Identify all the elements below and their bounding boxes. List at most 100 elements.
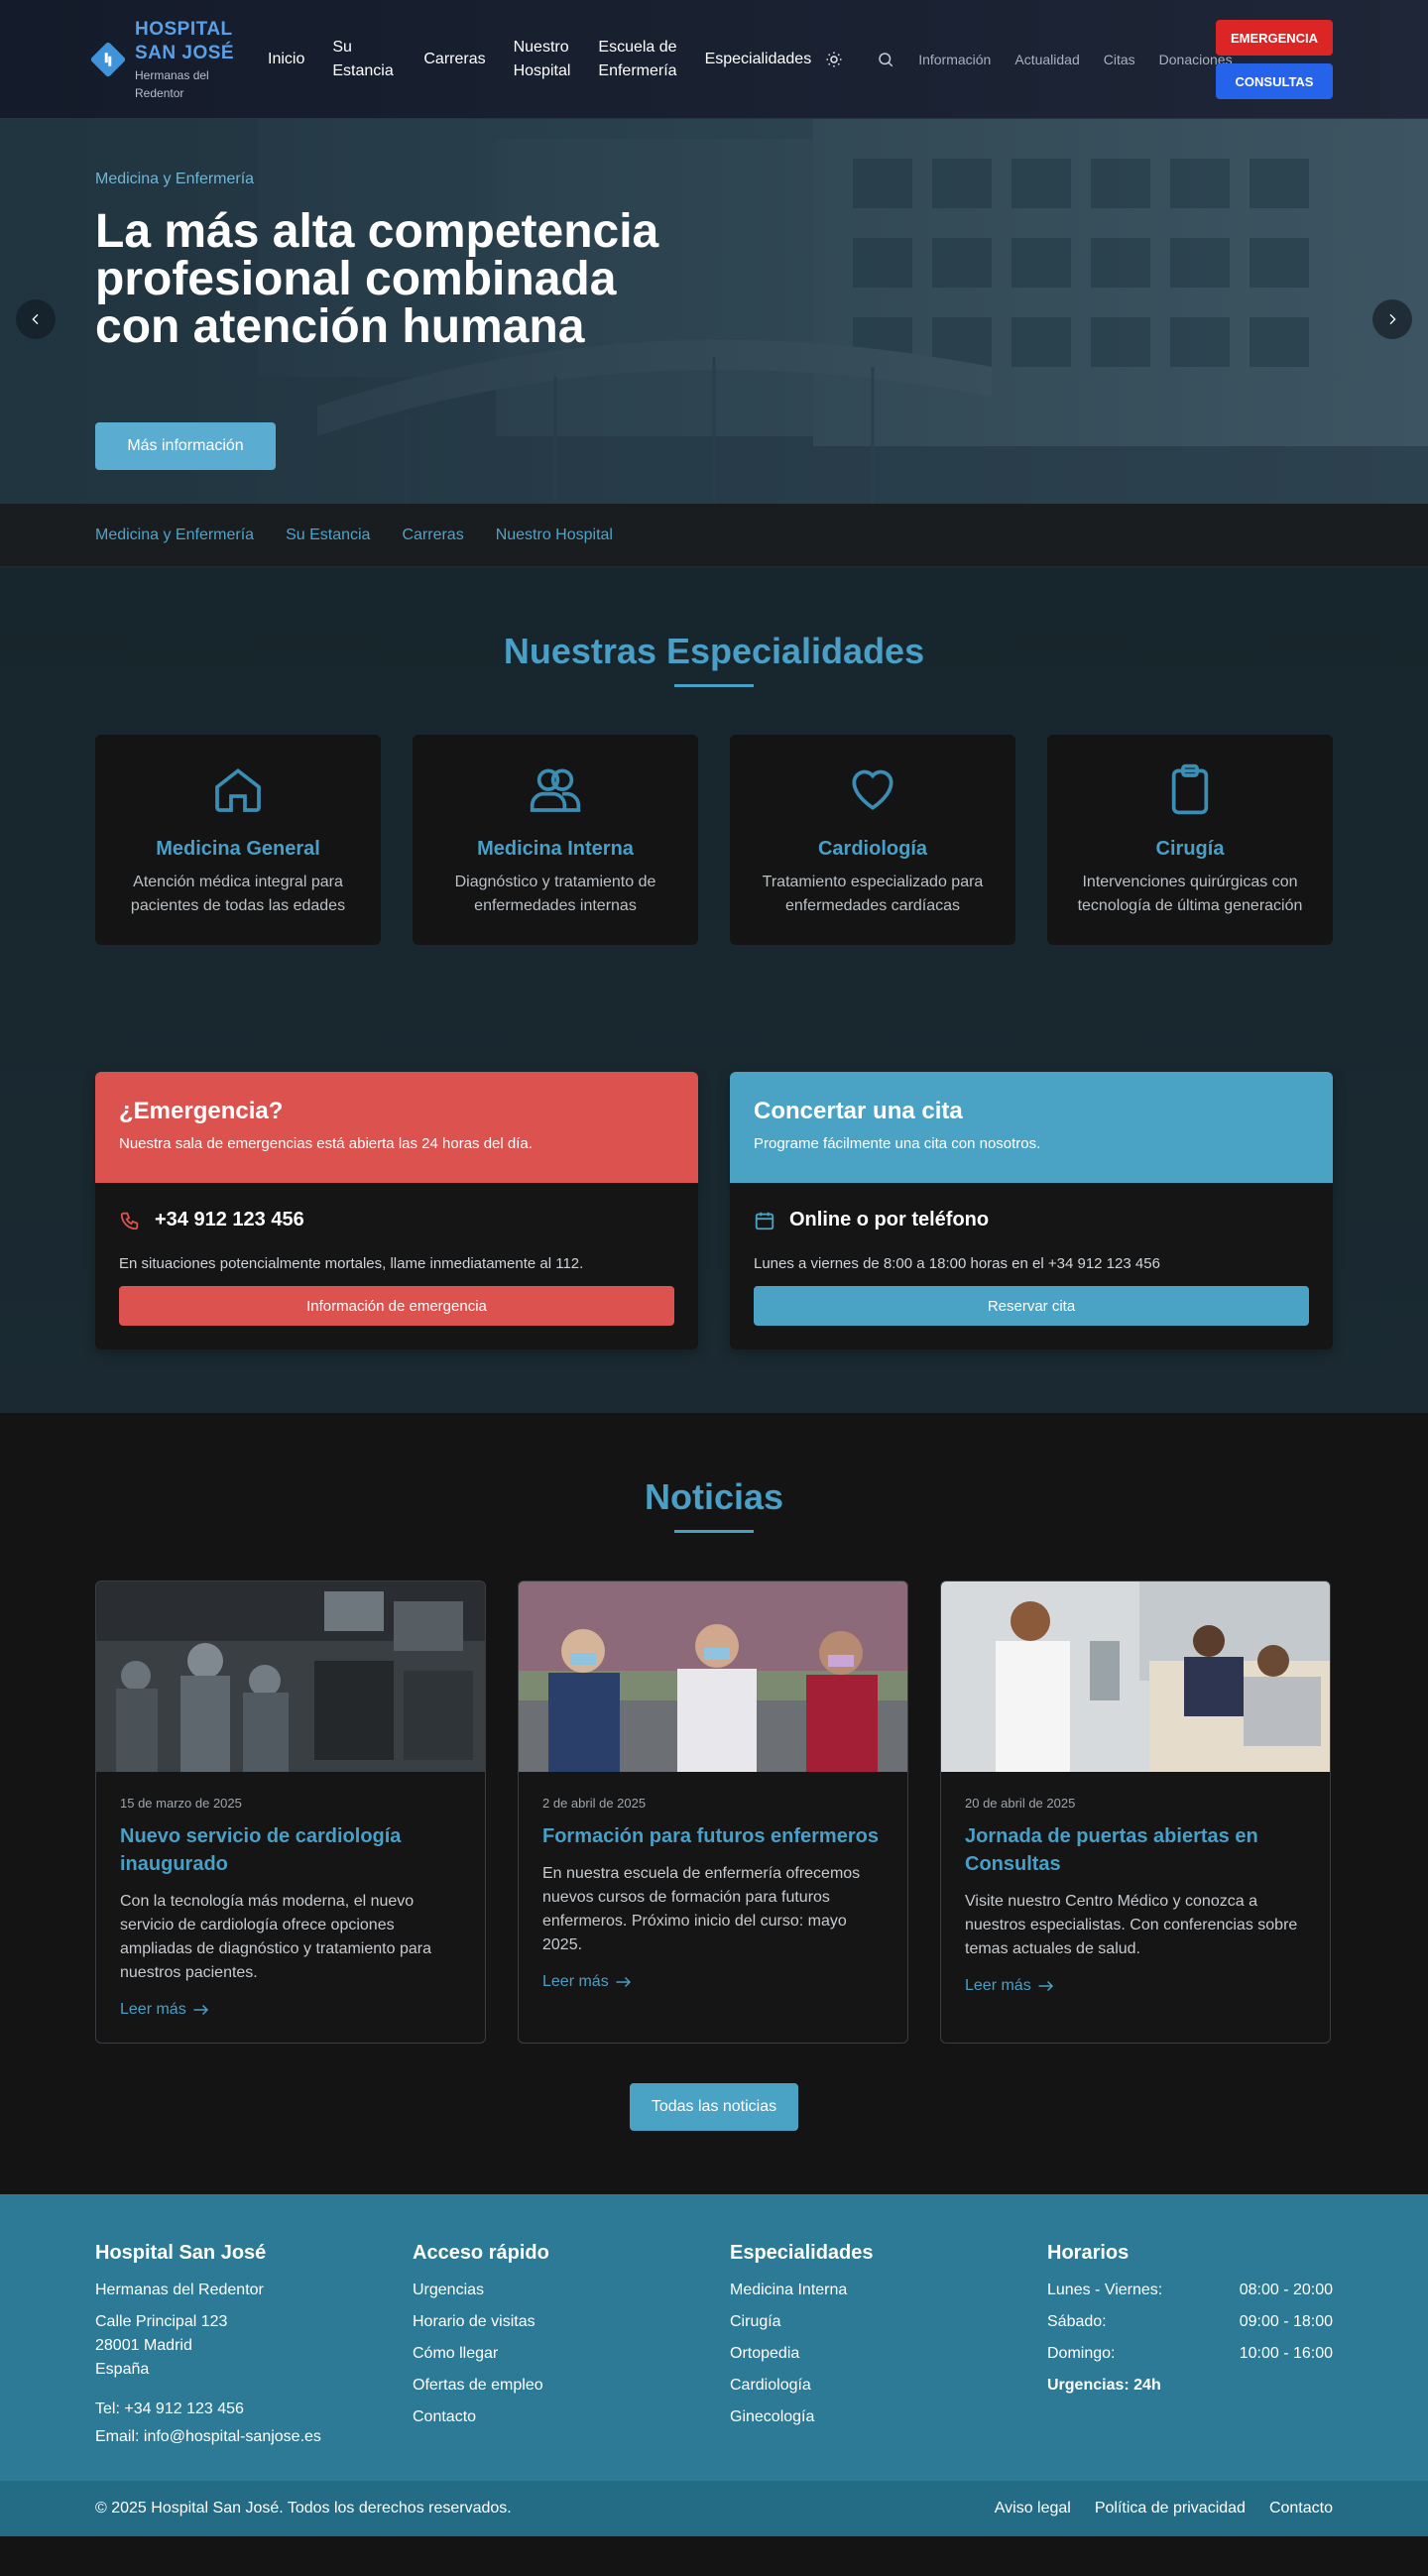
- specialty-desc: Tratamiento especializado para enfermeda…: [762, 874, 984, 914]
- nav-su-estancia[interactable]: Su Estancia: [318, 36, 410, 83]
- footer-specialties: Especialidades Medicina Interna Cirugía …: [730, 2242, 1015, 2449]
- chevron-left-icon: [28, 311, 44, 327]
- news-date: 15 de marzo de 2025: [120, 1796, 242, 1811]
- appointment-subtitle: Programe fácilmente una cita con nosotro…: [754, 1135, 1041, 1152]
- secnav-citas[interactable]: Citas: [1104, 52, 1135, 67]
- clipboard-icon: [1162, 761, 1218, 818]
- news-section: Noticias 15 de marzo de 2025 Nuevo servi…: [0, 1413, 1428, 2194]
- specialties-title: Nuestras Especialidades: [503, 631, 925, 671]
- search-icon[interactable]: [875, 49, 896, 70]
- footer-address-city: 28001 Madrid: [95, 2337, 192, 2354]
- footer-bottom-bar: © 2025 Hospital San José. Todos los dere…: [0, 2481, 1428, 2536]
- footer-link-contacto[interactable]: Contacto: [413, 2405, 698, 2429]
- quick-link-carreras[interactable]: Carreras: [402, 527, 463, 544]
- privacy-policy-link[interactable]: Política de privacidad: [1095, 2500, 1246, 2517]
- specialty-title: Cirugía: [1155, 838, 1225, 860]
- news-date: 20 de abril de 2025: [965, 1796, 1076, 1811]
- hours-row: Sábado: 09:00 - 18:00: [1047, 2313, 1333, 2330]
- nav-carreras[interactable]: Carreras: [410, 48, 499, 71]
- footer-about: Hospital San José Hermanas del Redentor …: [95, 2242, 381, 2449]
- footer-hours: Horarios Lunes - Viernes: 08:00 - 20:00 S…: [1047, 2242, 1333, 2449]
- contact-link[interactable]: Contacto: [1269, 2500, 1333, 2517]
- footer-link-cirugia[interactable]: Cirugía: [730, 2310, 1015, 2334]
- footer-link-empleo[interactable]: Ofertas de empleo: [413, 2374, 698, 2398]
- calendar-icon: [754, 1210, 775, 1231]
- heart-icon: [845, 761, 900, 818]
- urgent-hours: Urgencias: 24h: [1047, 2377, 1161, 2394]
- logo-title-line1: HOSPITAL: [135, 19, 233, 40]
- news-card: 2 de abril de 2025 Formación para futuro…: [518, 1581, 908, 2044]
- book-appointment-button[interactable]: Reservar cita: [754, 1286, 1309, 1326]
- specialty-card-cardiologia[interactable]: Cardiología Tratamiento especializado pa…: [730, 735, 1015, 945]
- emergency-button[interactable]: EMERGENCIA: [1216, 20, 1333, 56]
- specialty-card-interna[interactable]: Medicina Interna Diagnóstico y tratamien…: [413, 735, 698, 945]
- nav-escuela-enfermeria[interactable]: Escuela de Enfermería: [584, 36, 690, 83]
- footer-heading: Horarios: [1047, 2242, 1130, 2264]
- news-title-link[interactable]: Jornada de puertas abiertas en Consultas: [965, 1822, 1306, 1878]
- news-card: 15 de marzo de 2025 Nuevo servicio de ca…: [95, 1581, 486, 2044]
- emergency-text: En situaciones potencialmente mortales, …: [119, 1255, 584, 1272]
- footer-link-urgencias[interactable]: Urgencias: [413, 2279, 698, 2302]
- footer-link-ortopedia[interactable]: Ortopedia: [730, 2342, 1015, 2366]
- footer-heading: Acceso rápido: [413, 2242, 549, 2264]
- phone-icon: [119, 1210, 141, 1231]
- logo-icon: [89, 41, 127, 78]
- nav-especialidades[interactable]: Especialidades: [691, 48, 820, 71]
- theme-sun-icon[interactable]: [823, 49, 845, 70]
- news-image-clinic: [941, 1581, 1330, 1772]
- quick-link-medicina[interactable]: Medicina y Enfermería: [95, 527, 254, 544]
- legal-notice-link[interactable]: Aviso legal: [995, 2500, 1071, 2517]
- appointment-panel: Concertar una cita Programe fácilmente u…: [730, 1072, 1333, 1349]
- users-icon: [528, 761, 583, 818]
- title-underline: [674, 1530, 754, 1533]
- footer-link-visitas[interactable]: Horario de visitas: [413, 2310, 698, 2334]
- specialty-card-general[interactable]: Medicina General Atención médica integra…: [95, 735, 381, 945]
- specialty-title: Medicina General: [156, 838, 320, 860]
- read-more-link[interactable]: Leer más: [965, 1977, 1306, 1995]
- emergency-title: ¿Emergencia?: [119, 1098, 284, 1124]
- all-news-button[interactable]: Todas las noticias: [630, 2083, 798, 2131]
- main-nav: Inicio Su Estancia Carreras Nuestro Hospit…: [254, 36, 819, 83]
- secondary-nav: Información Actualidad Citas Donaciones: [918, 52, 1255, 67]
- logo-title-line2: SAN JOSÉ: [135, 43, 235, 63]
- specialty-desc: Diagnóstico y tratamiento de enfermedade…: [454, 874, 656, 914]
- logo-link[interactable]: HOSPITAL SAN JOSÉ Hermanas del Redentor: [89, 18, 254, 101]
- nav-inicio[interactable]: Inicio: [254, 48, 318, 71]
- emergency-info-button[interactable]: Información de emergencia: [119, 1286, 674, 1326]
- emergency-phone-link[interactable]: +34 912 123 456: [155, 1209, 304, 1231]
- secnav-informacion[interactable]: Información: [918, 52, 991, 67]
- title-underline: [674, 684, 754, 687]
- hero-title: La más alta competencia profesional comb…: [95, 205, 659, 353]
- news-excerpt: Visite nuestro Centro Médico y conozca a…: [965, 1893, 1298, 1957]
- footer-link-ginecologia[interactable]: Ginecología: [730, 2405, 1015, 2429]
- hero-next-button[interactable]: [1372, 299, 1412, 339]
- news-title: Noticias: [644, 1476, 784, 1517]
- footer-email: Email: info@hospital-sanjose.es: [95, 2428, 321, 2445]
- news-title-link[interactable]: Formación para futuros enfermeros: [542, 1822, 884, 1850]
- secnav-actualidad[interactable]: Actualidad: [1014, 52, 1079, 67]
- footer-link-cardiologia[interactable]: Cardiología: [730, 2374, 1015, 2398]
- appointment-line: Online o por teléfono: [789, 1209, 990, 1230]
- logo-subtitle-line1: Hermanas del: [135, 68, 209, 82]
- footer-address-street: Calle Principal 123: [95, 2313, 228, 2330]
- news-excerpt: En nuestra escuela de enfermería ofrecem…: [542, 1865, 861, 1953]
- read-more-link[interactable]: Leer más: [120, 2001, 461, 2019]
- footer-heading: Especialidades: [730, 2242, 874, 2264]
- nav-nuestro-hospital[interactable]: Nuestro Hospital: [500, 36, 585, 83]
- news-card: 20 de abril de 2025 Jornada de puertas a…: [940, 1581, 1331, 2044]
- news-date: 2 de abril de 2025: [542, 1796, 647, 1811]
- footer-link-llegar[interactable]: Cómo llegar: [413, 2342, 698, 2366]
- read-more-link[interactable]: Leer más: [542, 1973, 884, 1991]
- specialties-section: Nuestras Especialidades Medicina General…: [0, 567, 1428, 1413]
- quick-link-hospital[interactable]: Nuestro Hospital: [496, 527, 613, 544]
- specialty-card-cirugia[interactable]: Cirugía Intervenciones quirúrgicas con t…: [1047, 735, 1333, 945]
- hero-more-button[interactable]: Más información: [95, 422, 276, 470]
- hero-prev-button[interactable]: [16, 299, 56, 339]
- news-image-surgery: [96, 1581, 485, 1772]
- footer-link-interna[interactable]: Medicina Interna: [730, 2279, 1015, 2302]
- emergency-panel: ¿Emergencia? Nuestra sala de emergencias…: [95, 1072, 698, 1349]
- quick-link-estancia[interactable]: Su Estancia: [286, 527, 370, 544]
- news-title-link[interactable]: Nuevo servicio de cardiología inaugurado: [120, 1822, 461, 1878]
- emergency-subtitle: Nuestra sala de emergencias está abierta…: [119, 1135, 533, 1152]
- consultations-button[interactable]: CONSULTAS: [1216, 63, 1333, 99]
